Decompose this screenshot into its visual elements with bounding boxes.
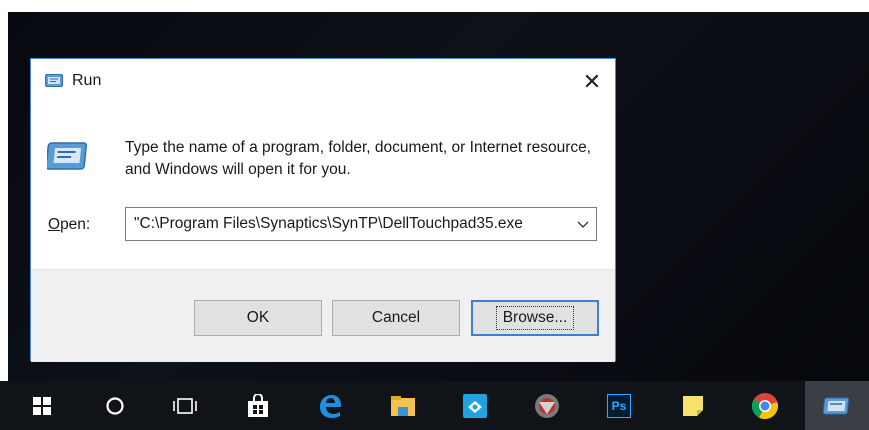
close-button[interactable]: ✕ — [569, 59, 615, 106]
ok-button-label: OK — [246, 309, 270, 326]
run-icon — [823, 397, 850, 414]
start-button[interactable] — [17, 381, 67, 430]
dialog-title: Run — [72, 72, 102, 89]
open-combobox[interactable]: "C:\Program Files\Synaptics\SynTP\DellTo… — [125, 207, 597, 241]
windows-logo-icon — [33, 396, 51, 415]
photoshop-icon: Ps — [607, 393, 631, 418]
edge-icon — [320, 394, 341, 418]
open-label: Open: — [48, 216, 91, 233]
close-icon: ✕ — [582, 70, 602, 95]
dialog-footer: OK Cancel Browse... — [31, 269, 615, 362]
chrome-button[interactable] — [740, 381, 790, 430]
dialog-description: Type the name of a program, folder, docu… — [125, 139, 592, 178]
blue-app-icon — [463, 393, 487, 418]
store-button[interactable] — [233, 381, 283, 430]
chevron-down-icon[interactable] — [576, 217, 590, 231]
blue-app-button[interactable] — [450, 381, 500, 430]
game-button[interactable] — [522, 381, 572, 430]
run-dialog: Run ✕ Type the name of a program, folder… — [30, 58, 616, 362]
sticky-notes-icon — [683, 395, 703, 416]
taskbar: Ps — [0, 381, 869, 430]
ok-button[interactable]: OK — [194, 300, 322, 336]
task-view-icon — [173, 397, 197, 414]
file-explorer-button[interactable] — [378, 381, 428, 430]
run-large-icon — [47, 142, 88, 170]
game-icon — [535, 393, 559, 418]
cancel-button[interactable]: Cancel — [332, 300, 460, 336]
search-button[interactable] — [90, 381, 140, 430]
browse-button[interactable]: Browse... — [471, 300, 599, 336]
folder-icon — [391, 395, 415, 416]
edge-button[interactable] — [305, 381, 355, 430]
left-white-edge — [0, 12, 8, 430]
run-icon — [45, 74, 63, 87]
chrome-icon — [751, 392, 778, 419]
cortana-circle-icon — [106, 396, 124, 415]
task-view-button[interactable] — [160, 381, 210, 430]
store-bag-icon — [248, 393, 268, 417]
open-input[interactable]: "C:\Program Files\Synaptics\SynTP\DellTo… — [134, 215, 566, 233]
browse-button-label: Browse... — [495, 306, 575, 330]
top-white-strip — [0, 0, 869, 12]
title-bar[interactable]: Run ✕ — [31, 59, 615, 106]
cancel-button-label: Cancel — [371, 309, 421, 326]
run-taskbar-button[interactable] — [805, 381, 869, 430]
sticky-notes-button[interactable] — [668, 381, 718, 430]
photoshop-button[interactable]: Ps — [594, 381, 644, 430]
